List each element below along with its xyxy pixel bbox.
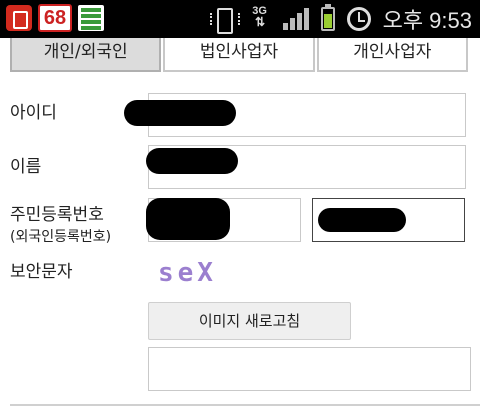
bottom-divider: [10, 404, 480, 406]
captcha-input[interactable]: [148, 347, 471, 391]
system-icons: 3G ⇅ 오후 9:53: [209, 2, 472, 36]
notification-area: 68: [6, 4, 104, 32]
status-bar: 68 3G ⇅ 오후 9:53: [0, 0, 480, 38]
name-label: 이름: [10, 157, 42, 177]
list-app-icon: [78, 5, 104, 31]
name-redaction: [146, 148, 238, 174]
tab-individual-business[interactable]: 개인사업자: [316, 38, 468, 72]
member-type-tabs: 개인/외국인 법인사업자 개인사업자: [10, 38, 468, 72]
captcha-image: seX: [158, 258, 217, 288]
alarm-icon: [346, 7, 371, 31]
id-label: 아이디: [10, 103, 57, 123]
rrn-front-redaction: [146, 198, 230, 240]
signal-icon: [282, 7, 309, 31]
status-clock: 오후 9:53: [382, 8, 472, 33]
id-redaction: [124, 100, 236, 126]
tab-corporate-business[interactable]: 법인사업자: [163, 38, 315, 72]
vibrate-icon: [209, 7, 240, 34]
battery-icon: [320, 4, 335, 31]
3g-data-icon: 3G ⇅: [249, 6, 271, 32]
tab-individual-foreigner[interactable]: 개인/외국인: [10, 38, 162, 72]
badge-68-icon: 68: [38, 4, 72, 32]
rrn-back-redaction: [318, 208, 406, 232]
rrn-sublabel: (외국인등록번호): [10, 229, 112, 245]
security-label: 보안문자: [10, 262, 73, 282]
refresh-image-button[interactable]: 이미지 새로고침: [148, 302, 351, 340]
app-notification-icon: [6, 5, 32, 31]
rrn-label: 주민등록번호: [10, 205, 104, 225]
